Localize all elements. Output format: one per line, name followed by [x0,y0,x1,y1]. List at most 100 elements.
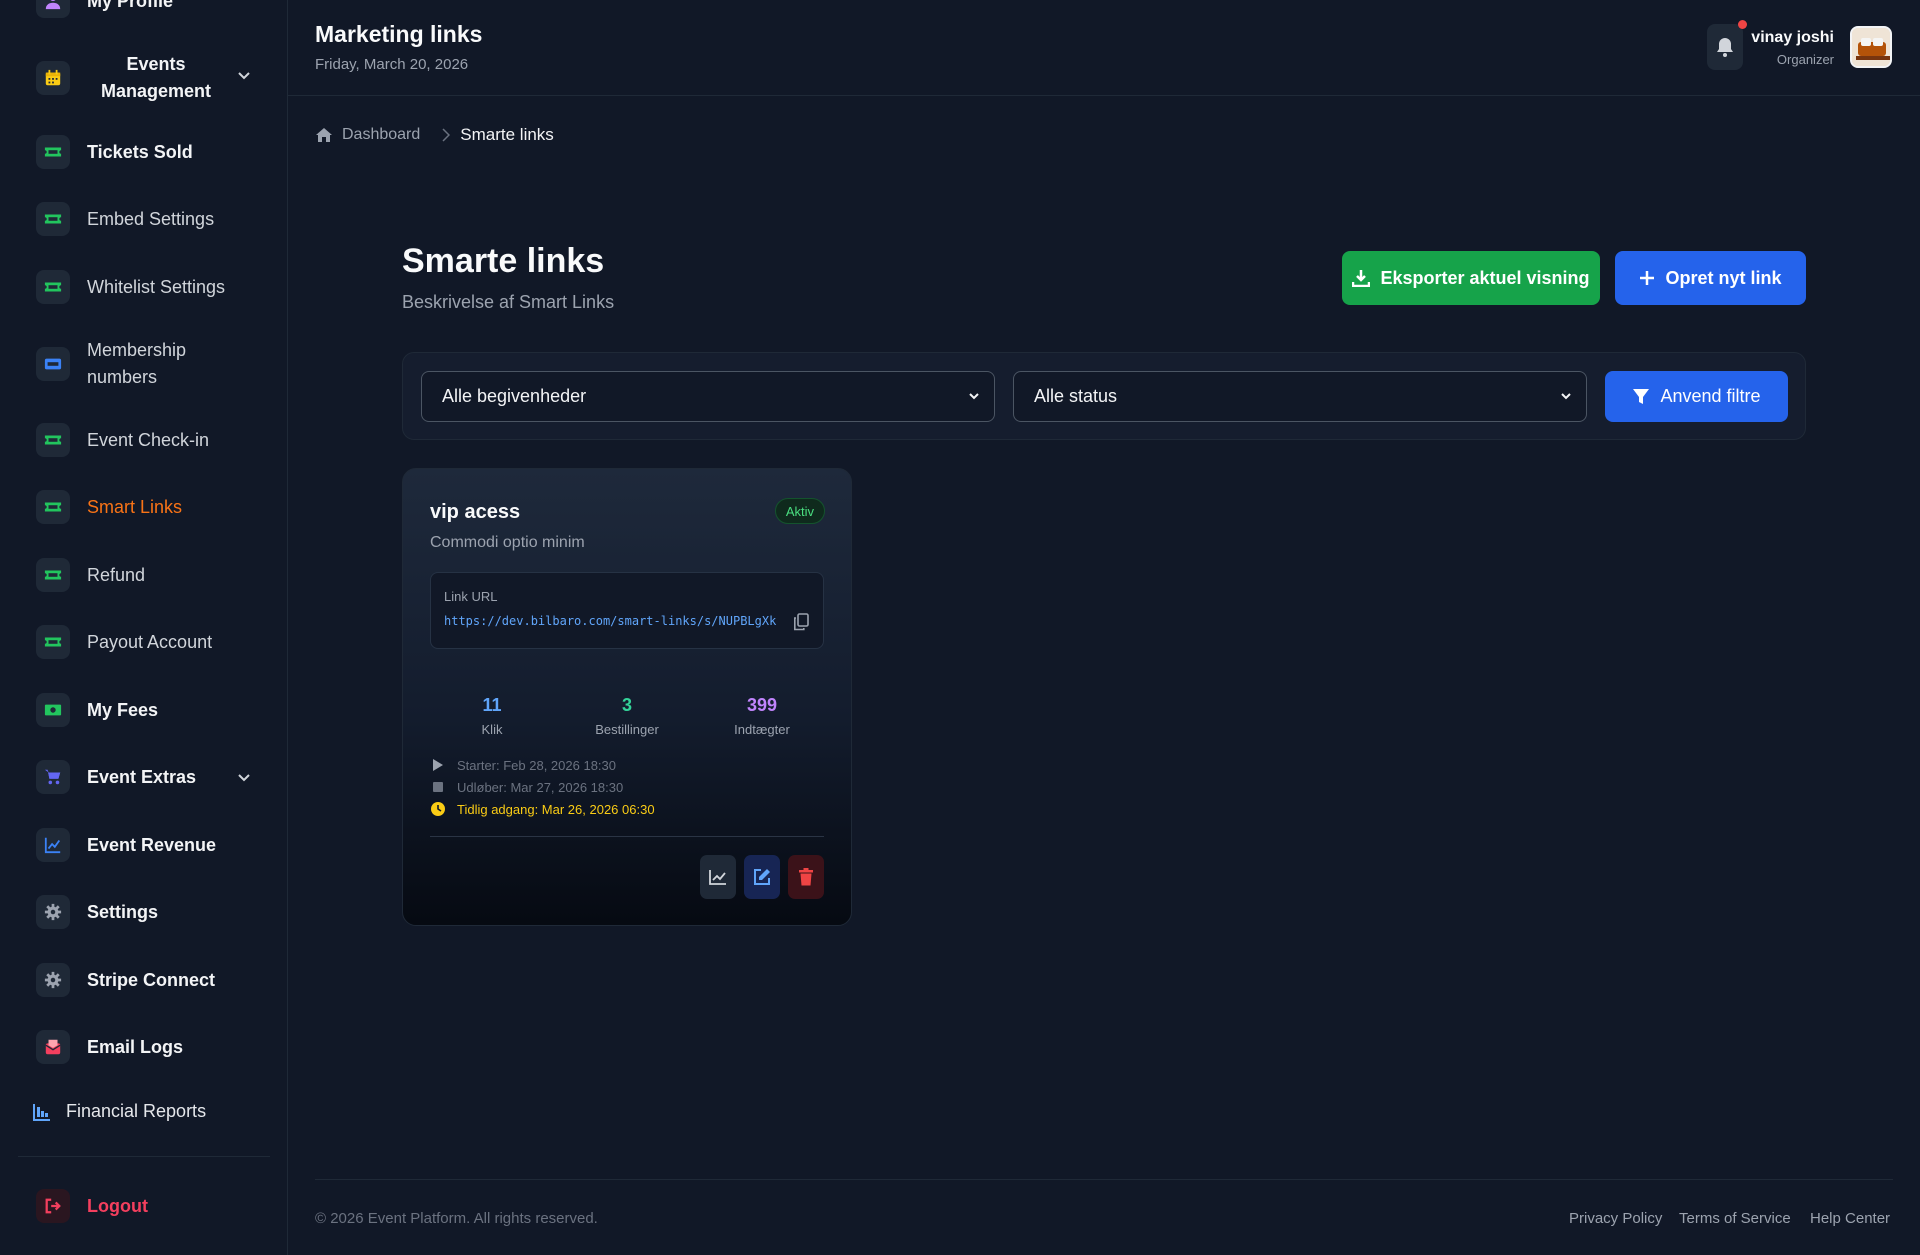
expiry-date: Udløber: Mar 27, 2026 18:30 [457,779,624,795]
sidebar-item-events-management[interactable]: Events Management [36,51,231,105]
user-icon [36,0,70,18]
chevron-down-icon [969,393,979,400]
sidebar-item-smart-links[interactable]: Smart Links [36,490,182,524]
edit-icon [754,869,770,885]
link-url-label: Link URL [444,589,498,604]
link-url-text[interactable]: https://dev.bilbaro.com/smart-links/s/NU… [444,614,779,628]
footer-link-help[interactable]: Help Center [1810,1210,1890,1227]
sidebar-item-stripe-connect[interactable]: Stripe Connect [36,963,215,997]
breadcrumb-home-label: Dashboard [342,126,421,143]
gear-icon [36,895,70,929]
sidebar-item-label: Event Check-in [87,429,210,450]
sidebar-item-settings[interactable]: Settings [36,895,158,929]
sidebar: My Profile Events Management Tickets Sol… [0,0,288,1255]
link-url-box: Link URL https://dev.bilbaro.com/smart-l… [430,572,824,649]
money-icon [36,693,70,727]
export-view-button[interactable]: Eksporter aktuel visning [1342,251,1600,305]
chevron-down-icon[interactable] [236,769,252,785]
stat-label: Klik [481,722,503,737]
sidebar-item-event-revenue[interactable]: Event Revenue [36,828,216,862]
sidebar-item-label: Email Logs [87,1036,184,1057]
sidebar-item-event-check-in[interactable]: Event Check-in [36,423,209,457]
stat-value: 399 [746,695,778,715]
cart-icon [36,760,70,794]
logout-button[interactable]: Logout [36,1189,148,1223]
copy-icon[interactable] [793,613,809,631]
sidebar-item-label: Whitelist Settings [87,276,226,297]
user-role: Organizer [1776,52,1834,67]
breadcrumb-current: Smarte links [460,125,554,144]
stat-label: Bestillinger [595,722,659,737]
stat-label: Indtægter [734,722,790,737]
footer-link-privacy[interactable]: Privacy Policy [1569,1210,1662,1227]
sidebar-item-whitelist-settings[interactable]: Whitelist Settings [36,270,225,304]
event-filter-value: Alle begivenheder [442,386,587,406]
sidebar-item-tickets-sold[interactable]: Tickets Sold [36,135,193,169]
start-date: Starter: Feb 28, 2026 18:30 [457,757,616,773]
ticket-icon [36,202,70,236]
stat-orders: 3 Bestillinger [567,695,687,737]
sidebar-item-event-extras[interactable]: Event Extras [36,760,196,794]
breadcrumb: Dashboard Smarte links [315,125,554,145]
page-title: Marketing links [315,21,483,47]
early-access-date: Tidlig adgang: Mar 26, 2026 06:30 [457,801,655,817]
footer-link-terms[interactable]: Terms of Service [1679,1210,1791,1227]
card-divider [430,836,824,837]
edit-link-button[interactable] [744,855,780,899]
smart-link-title: vip acess [430,501,521,523]
expiry-date-row: Udløber: Mar 27, 2026 18:30 [430,776,655,798]
ticket-icon [36,270,70,304]
apply-filters-button[interactable]: Anvend filtre [1605,371,1788,422]
sidebar-item-email-logs[interactable]: Email Logs [36,1030,183,1064]
sidebar-item-label: My Profile [87,0,174,11]
filter-icon [1633,388,1650,404]
chevron-right-icon [442,128,451,142]
sidebar-item-label: Event Revenue [87,834,217,855]
delete-link-button[interactable] [788,855,824,899]
breadcrumb-home-link[interactable]: Dashboard [315,126,420,144]
start-date-row: Starter: Feb 28, 2026 18:30 [430,754,655,776]
sidebar-item-embed-settings[interactable]: Embed Settings [36,202,214,236]
sidebar-item-refund[interactable]: Refund [36,558,145,592]
avatar[interactable] [1850,26,1892,68]
chevron-down-icon[interactable] [236,67,252,83]
sidebar-item-payout-account[interactable]: Payout Account [36,625,212,659]
ticket-icon [36,558,70,592]
apply-filters-label: Anvend filtre [1660,386,1761,406]
plus-icon [1640,271,1655,285]
stat-value: 3 [621,695,632,715]
sidebar-divider [18,1156,270,1157]
chevron-down-icon [1561,393,1571,400]
home-icon [316,128,332,142]
sidebar-item-my-profile[interactable]: My Profile [36,0,173,18]
download-icon [1352,270,1371,287]
main-title: Smarte links [402,242,605,280]
sidebar-item-label: Logout [87,1195,148,1216]
sidebar-item-label: Membership numbers [87,340,187,387]
export-view-label: Eksporter aktuel visning [1380,267,1590,288]
sidebar-item-label: Refund [87,564,146,585]
main-subtitle: Beskrivelse af Smart Links [402,292,615,312]
view-stats-button[interactable] [700,855,736,899]
smart-link-card: vip acess Aktiv Commodi optio minim Link… [402,468,852,926]
sidebar-item-financial-reports[interactable]: Financial Reports [32,1101,206,1122]
ticket-icon [36,135,70,169]
status-badge: Aktiv [774,498,825,524]
smart-link-description: Commodi optio minim [430,534,585,551]
gear-icon [36,963,70,997]
avatar-image [1852,28,1890,66]
create-link-button[interactable]: Opret nyt link [1615,251,1806,305]
sidebar-item-label: Event Extras [87,766,197,787]
sidebar-item-label: Embed Settings [87,208,215,229]
sidebar-item-membership-numbers[interactable]: Membership numbers [36,337,217,391]
page-date: Friday, March 20, 2026 [315,56,469,73]
event-filter-select[interactable]: Alle begivenheder [421,371,995,422]
stat-clicks: 11 Klik [432,695,552,737]
footer-copyright: © 2026 Event Platform. All rights reserv… [315,1210,598,1227]
notifications-button[interactable] [1707,24,1743,70]
sidebar-item-my-fees[interactable]: My Fees [36,693,158,727]
date-list: Starter: Feb 28, 2026 18:30 Udløber: Mar… [430,754,655,820]
stop-icon [430,782,446,792]
stat-revenue: 399 Indtægter [702,695,822,737]
status-filter-select[interactable]: Alle status [1013,371,1587,422]
